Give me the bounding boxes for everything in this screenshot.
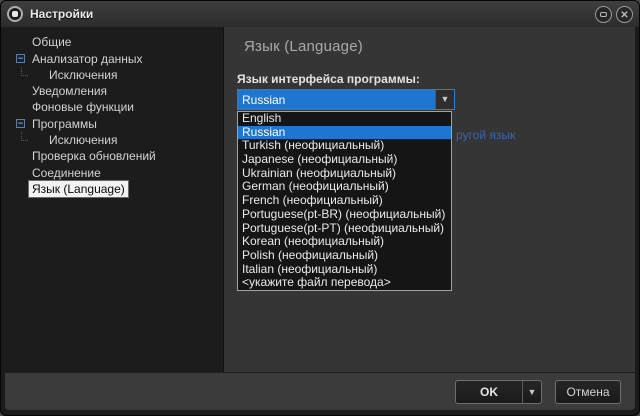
restore-button[interactable] (595, 6, 612, 23)
sidebar-item[interactable]: Фоновые функции (5, 99, 223, 115)
sidebar-item[interactable]: −Программы (5, 116, 223, 132)
dropdown-option[interactable]: Japanese (неофициальный) (238, 153, 451, 167)
ok-dropdown-arrow-icon[interactable]: ▼ (522, 381, 541, 403)
sidebar-item-label: Программы (29, 116, 100, 132)
collapse-icon[interactable]: − (16, 54, 25, 63)
ok-button-label: OK (456, 385, 522, 399)
window-title: Настройки (30, 7, 591, 21)
dropdown-option[interactable]: Russian (238, 126, 451, 140)
interface-language-label: Язык интерфейса программы: (237, 72, 420, 86)
dropdown-option[interactable]: Turkish (неофициальный) (238, 139, 451, 153)
dropdown-option[interactable]: Italian (неофициальный) (238, 263, 451, 277)
sidebar-item-label: Фоновые функции (29, 99, 137, 115)
dropdown-option[interactable]: Ukrainian (неофициальный) (238, 167, 451, 181)
sidebar-item-label: Проверка обновлений (29, 148, 159, 164)
dropdown-option[interactable]: German (неофициальный) (238, 180, 451, 194)
close-icon: ✕ (617, 8, 632, 23)
settings-tree: Общие−Анализатор данныхИсключенияУведомл… (5, 27, 224, 372)
dropdown-option[interactable]: Portuguese(pt-BR) (неофициальный) (238, 208, 451, 222)
sidebar-item[interactable]: Исключения (5, 132, 223, 148)
sidebar-item[interactable]: −Анализатор данных (5, 51, 223, 67)
dropdown-option[interactable]: Polish (неофициальный) (238, 249, 451, 263)
sidebar-item-label: Анализатор данных (29, 51, 146, 67)
sidebar-item[interactable]: Исключения (5, 67, 223, 83)
sidebar-item[interactable]: Уведомления (5, 83, 223, 99)
dropdown-option[interactable]: Korean (неофициальный) (238, 235, 451, 249)
sidebar-item-label: Соединение (29, 165, 104, 181)
sidebar-item-label: Общие (29, 34, 74, 50)
sidebar-item[interactable]: Проверка обновлений (5, 148, 223, 164)
other-language-link[interactable]: ругой язык (456, 128, 515, 142)
footer-bar: OK ▼ Отмена (5, 372, 635, 410)
sidebar-item-label: Исключения (46, 67, 121, 83)
cancel-button[interactable]: Отмена (555, 380, 621, 404)
content-area: Общие−Анализатор данныхИсключенияУведомл… (5, 27, 635, 372)
sidebar-item[interactable]: Язык (Language) (5, 181, 223, 197)
restore-icon (600, 12, 607, 17)
cancel-button-label: Отмена (566, 385, 609, 399)
sidebar-item-label: Уведомления (29, 83, 110, 99)
language-settings-panel: Язык (Language) Язык интерфейса программ… (224, 27, 635, 372)
combobox-value: Russian (238, 93, 435, 107)
chevron-down-icon[interactable]: ▼ (435, 90, 454, 109)
language-dropdown-list: EnglishRussianTurkish (неофициальный)Jap… (237, 111, 452, 291)
settings-window: Настройки ✕ Общие−Анализатор данныхИсклю… (0, 0, 640, 416)
page-title: Язык (Language) (244, 38, 363, 55)
sidebar-item[interactable]: Соединение (5, 165, 223, 181)
dropdown-option[interactable]: Portuguese(pt-PT) (неофициальный) (238, 222, 451, 236)
window-titlebar[interactable]: Настройки ✕ (1, 1, 639, 27)
dropdown-option[interactable]: <укажите файл перевода> (238, 276, 451, 290)
dropdown-option[interactable]: English (238, 112, 451, 126)
language-combobox[interactable]: Russian ▼ (237, 89, 455, 110)
app-icon (7, 6, 23, 22)
ok-button[interactable]: OK ▼ (455, 380, 542, 404)
sidebar-item[interactable]: Общие (5, 34, 223, 50)
close-button[interactable]: ✕ (616, 6, 633, 23)
collapse-icon[interactable]: − (16, 119, 25, 128)
sidebar-item-label: Исключения (46, 132, 121, 148)
sidebar-item-label: Язык (Language) (29, 181, 128, 197)
dropdown-option[interactable]: French (неофициальный) (238, 194, 451, 208)
